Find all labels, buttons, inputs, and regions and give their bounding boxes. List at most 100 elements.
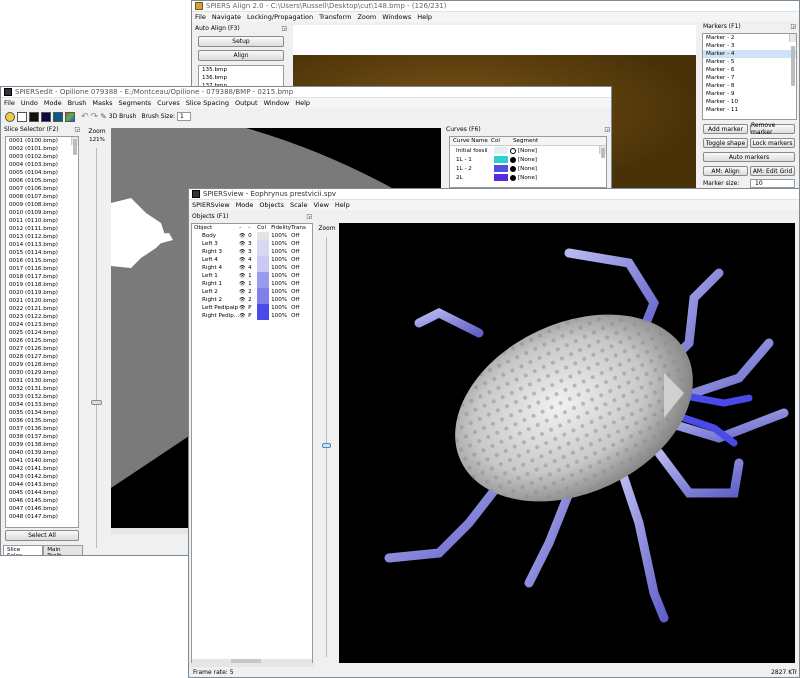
align-menu-item[interactable]: Help xyxy=(417,13,432,21)
slice-item[interactable]: 0008 (0107.bmp) xyxy=(6,193,78,201)
slice-item[interactable]: 0047 (0146.bmp) xyxy=(6,505,78,513)
slice-item[interactable]: 0012 (0111.bmp) xyxy=(6,225,78,233)
slice-item[interactable]: 0045 (0144.bmp) xyxy=(6,489,78,497)
slice-item[interactable]: 0020 (0119.bmp) xyxy=(6,289,78,297)
redo-icon[interactable]: ↷ xyxy=(91,112,99,122)
marker-item[interactable]: Marker - 11 xyxy=(703,106,796,114)
brush-3d-label[interactable]: 3D Brush xyxy=(109,113,137,120)
object-fidelity[interactable]: 100% xyxy=(271,312,291,320)
object-row[interactable]: Right 4 👁 4 100% Off xyxy=(192,264,312,272)
object-fidelity[interactable]: 100% xyxy=(271,256,291,264)
edit-menu-item[interactable]: Mode xyxy=(44,99,62,107)
slice-item[interactable]: 0028 (0127.bmp) xyxy=(6,353,78,361)
curve-color-swatch[interactable] xyxy=(494,156,508,163)
slice-item[interactable]: 0007 (0106.bmp) xyxy=(6,185,78,193)
slice-item[interactable]: 0003 (0102.bmp) xyxy=(6,153,78,161)
slice-item[interactable]: 0023 (0122.bmp) xyxy=(6,313,78,321)
render-viewport[interactable] xyxy=(339,223,795,663)
slice-item[interactable]: 0011 (0110.bmp) xyxy=(6,217,78,225)
marker-list-scrollbar[interactable] xyxy=(789,34,796,86)
edit-menu-item[interactable]: Window xyxy=(264,99,290,107)
slice-list[interactable]: 0001 (0100.bmp) 0002 (0101.bmp) 0003 (0102… xyxy=(5,136,79,528)
curve-color-swatch[interactable] xyxy=(494,174,508,181)
slice-item[interactable]: 0034 (0133.bmp) xyxy=(6,401,78,409)
align-menu-item[interactable]: Locking/Propagation xyxy=(247,13,313,21)
view-menu-item[interactable]: Mode xyxy=(236,201,254,209)
object-row[interactable]: Left 4 👁 4 100% Off xyxy=(192,256,312,264)
slice-item[interactable]: 0014 (0113.bmp) xyxy=(6,241,78,249)
dock-tab[interactable]: Slice Selec... xyxy=(3,545,44,555)
brush-3d-icon[interactable]: ✎ xyxy=(100,112,107,121)
slice-item[interactable]: 0027 (0126.bmp) xyxy=(6,345,78,353)
marker-item[interactable]: Marker - 8 xyxy=(703,82,796,90)
object-color-swatch[interactable] xyxy=(257,264,271,272)
undo-icon[interactable]: ↶ xyxy=(81,112,89,122)
object-trans[interactable]: Off xyxy=(291,288,312,296)
object-trans[interactable]: Off xyxy=(291,296,312,304)
view-menu-item[interactable]: Help xyxy=(335,201,350,209)
slice-item[interactable]: 0041 (0140.bmp) xyxy=(6,457,78,465)
dock-float-icon[interactable]: ◲ xyxy=(281,25,287,32)
visibility-eye-icon[interactable]: 👁 xyxy=(239,232,248,240)
visibility-eye-icon[interactable]: 👁 xyxy=(239,256,248,264)
slice-item[interactable]: 0040 (0139.bmp) xyxy=(6,449,78,457)
edit-menu-item[interactable]: Masks xyxy=(92,99,112,107)
marker-item[interactable]: Marker - 5 xyxy=(703,58,796,66)
slice-item[interactable]: 0013 (0112.bmp) xyxy=(6,233,78,241)
slice-item[interactable]: 0009 (0108.bmp) xyxy=(6,201,78,209)
slice-item[interactable]: 0039 (0138.bmp) xyxy=(6,441,78,449)
object-row[interactable]: Body 👁 0 100% Off xyxy=(192,232,312,240)
object-row[interactable]: Right 2 👁 2 100% Off xyxy=(192,296,312,304)
slice-item[interactable]: 0044 (0143.bmp) xyxy=(6,481,78,489)
view-menu-item[interactable]: View xyxy=(313,201,328,209)
select-all-button[interactable]: Select All xyxy=(5,530,79,541)
slice-item[interactable]: 0037 (0136.bmp) xyxy=(6,425,78,433)
dock-float-icon[interactable]: ◲ xyxy=(604,126,610,133)
object-fidelity[interactable]: 100% xyxy=(271,280,291,288)
edit-menu-item[interactable]: Segments xyxy=(119,99,152,107)
object-trans[interactable]: Off xyxy=(291,240,312,248)
edit-zoom-slider-handle[interactable] xyxy=(91,400,102,405)
edit-menu-item[interactable]: Output xyxy=(235,99,258,107)
visibility-eye-icon[interactable]: 👁 xyxy=(239,272,248,280)
slice-item[interactable]: 0002 (0101.bmp) xyxy=(6,145,78,153)
slice-item[interactable]: 0005 (0104.bmp) xyxy=(6,169,78,177)
view-menu-item[interactable]: Objects xyxy=(259,201,284,209)
object-fidelity[interactable]: 100% xyxy=(271,232,291,240)
slice-item[interactable]: 0036 (0135.bmp) xyxy=(6,417,78,425)
objects-table[interactable]: Object - - Col Fidelity Trans Body 👁 0 100%… xyxy=(192,224,312,320)
marker-item[interactable]: Marker - 9 xyxy=(703,90,796,98)
marker-item[interactable]: Marker - 3 xyxy=(703,42,796,50)
edit-menu-item[interactable]: File xyxy=(4,99,15,107)
object-fidelity[interactable]: 100% xyxy=(271,264,291,272)
visibility-eye-icon[interactable]: 👁 xyxy=(239,240,248,248)
toggle-shape-button[interactable]: Toggle shape xyxy=(703,138,748,148)
object-row[interactable]: Right 1 👁 1 100% Off xyxy=(192,280,312,288)
view-menu-item[interactable]: Scale xyxy=(290,201,308,209)
mask-tool-icon[interactable] xyxy=(41,111,51,122)
align-menu-item[interactable]: Navigate xyxy=(212,13,241,21)
object-fidelity[interactable]: 100% xyxy=(271,288,291,296)
curve-color-swatch[interactable] xyxy=(494,165,508,172)
object-color-swatch[interactable] xyxy=(257,304,271,312)
dock-float-icon[interactable]: ◲ xyxy=(74,126,80,133)
slice-item[interactable]: 0038 (0137.bmp) xyxy=(6,433,78,441)
object-trans[interactable]: Off xyxy=(291,272,312,280)
slice-item[interactable]: 0016 (0115.bmp) xyxy=(6,257,78,265)
object-row[interactable]: Right 3 👁 3 100% Off xyxy=(192,248,312,256)
object-trans[interactable]: Off xyxy=(291,312,312,320)
align-menu-item[interactable]: Zoom xyxy=(357,13,376,21)
object-row[interactable]: Left 2 👁 2 100% Off xyxy=(192,288,312,296)
auto-markers-button[interactable]: Auto markers xyxy=(703,152,795,162)
curve-row[interactable]: Initial fossil [None] xyxy=(453,146,606,155)
slice-item[interactable]: 0006 (0105.bmp) xyxy=(6,177,78,185)
marker-item[interactable]: Marker - 10 xyxy=(703,98,796,106)
object-trans[interactable]: Off xyxy=(291,264,312,272)
object-color-swatch[interactable] xyxy=(257,240,271,248)
curve-row[interactable]: 1L - 1 [None] xyxy=(453,155,606,164)
view-menu-item[interactable]: SPIERSview xyxy=(192,201,230,209)
object-trans[interactable]: Off xyxy=(291,280,312,288)
edit-menu-item[interactable]: Help xyxy=(295,99,310,107)
object-color-swatch[interactable] xyxy=(257,288,271,296)
view-zoom-slider-handle[interactable] xyxy=(322,443,331,448)
